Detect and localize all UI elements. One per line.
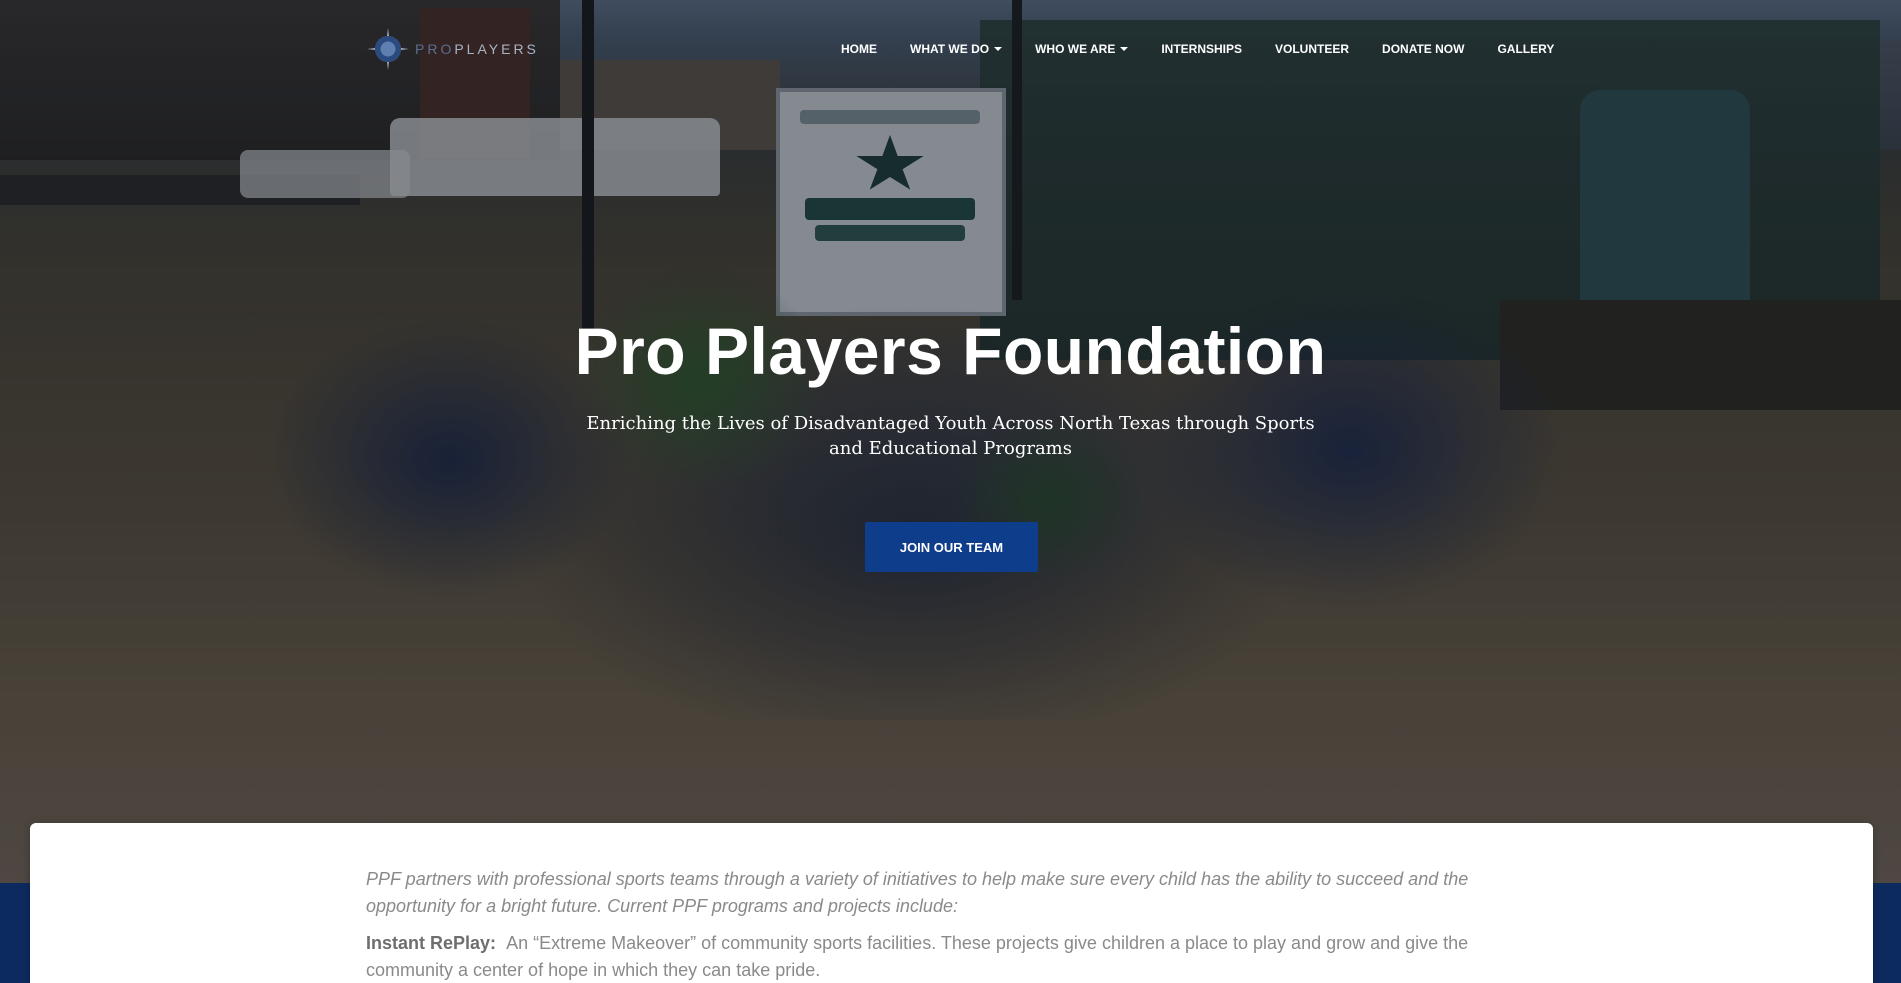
nav-internships-label: INTERNSHIPS	[1161, 42, 1243, 56]
main-nav: HOME WHAT WE DO WHO WE ARE INTERNSHIPS V…	[841, 42, 1587, 56]
program-instant-replay: Instant RePlay: An “Extreme Makeover” of…	[366, 930, 1546, 983]
caret-down-icon	[994, 47, 1003, 51]
site-logo[interactable]: PROPLAYERS	[367, 28, 539, 70]
logo-text: PROPLAYERS	[415, 41, 539, 57]
nav-home[interactable]: HOME	[841, 42, 877, 56]
hero-subtitle: Enriching the Lives of Disadvantaged You…	[586, 413, 1315, 459]
nav-internships[interactable]: INTERNSHIPS	[1161, 42, 1242, 56]
nav-volunteer[interactable]: VOLUNTEER	[1275, 42, 1349, 56]
nav-donate-now[interactable]: DONATE NOW	[1382, 42, 1464, 56]
program-name: Instant RePlay:	[366, 933, 497, 953]
nav-what-we-do[interactable]: WHAT WE DO	[910, 42, 1003, 56]
compass-logo-icon	[367, 28, 409, 70]
program-description: An “Extreme Makeover” of community sport…	[366, 933, 1469, 980]
intro-paragraph: PPF partners with professional sports te…	[366, 869, 1469, 916]
logo-text-prefix: PRO	[415, 41, 455, 57]
nav-volunteer-label: VOLUNTEER	[1275, 42, 1350, 56]
join-our-team-button[interactable]: JOIN OUR TEAM	[865, 522, 1038, 572]
nav-donate-now-label: DONATE NOW	[1382, 42, 1465, 56]
hero-title: Pro Players Foundation	[574, 314, 1327, 388]
nav-who-we-are-label: WHO WE ARE	[1035, 42, 1116, 56]
nav-what-we-do-label: WHAT WE DO	[910, 42, 990, 56]
caret-down-icon	[1120, 47, 1129, 51]
nav-gallery[interactable]: GALLERY	[1497, 42, 1554, 56]
logo-text-rest: PLAYERS	[454, 41, 539, 57]
nav-home-label: HOME	[841, 42, 877, 56]
nav-gallery-label: GALLERY	[1497, 42, 1555, 56]
nav-who-we-are[interactable]: WHO WE ARE	[1035, 42, 1129, 56]
